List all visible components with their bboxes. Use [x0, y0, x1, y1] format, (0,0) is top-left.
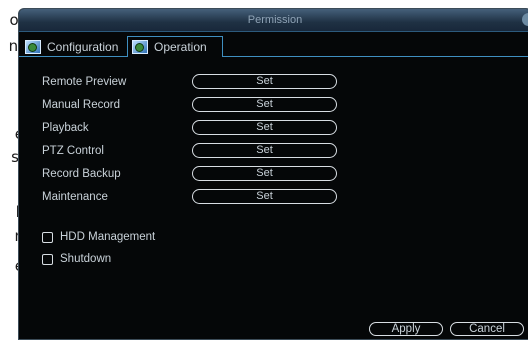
hdd-management-option[interactable]: HDD Management	[42, 229, 155, 245]
configuration-icon	[25, 39, 41, 54]
close-icon[interactable]	[522, 13, 528, 26]
tab-operation[interactable]: Operation	[127, 36, 223, 57]
cancel-button[interactable]: Cancel	[450, 322, 524, 336]
apply-button[interactable]: Apply	[369, 322, 443, 336]
permission-row-remote-preview: Remote Preview Set	[42, 74, 342, 90]
tab-label: Operation	[154, 40, 207, 54]
permission-label: Manual Record	[42, 99, 120, 111]
permission-label: Maintenance	[42, 191, 108, 203]
operation-panel: Remote Preview Set Manual Record Set Pla…	[19, 56, 528, 339]
permission-row-record-backup: Record Backup Set	[42, 166, 342, 182]
permission-dialog: Permission Configuration Operation Remot…	[18, 8, 528, 340]
shutdown-checkbox[interactable]	[42, 253, 53, 265]
playback-set-button[interactable]: Set	[192, 120, 337, 135]
operation-icon	[132, 40, 148, 54]
hdd-management-checkbox[interactable]	[42, 231, 53, 243]
permission-label: PTZ Control	[42, 145, 104, 157]
permission-label: Remote Preview	[42, 76, 127, 88]
permission-label: Record Backup	[42, 168, 121, 180]
checkbox-label: HDD Management	[60, 231, 156, 243]
permission-row-maintenance: Maintenance Set	[42, 189, 342, 205]
dialog-titlebar[interactable]: Permission	[19, 9, 528, 32]
manual-record-set-button[interactable]: Set	[192, 97, 337, 112]
permission-row-manual-record: Manual Record Set	[42, 97, 342, 113]
ptz-control-set-button[interactable]: Set	[192, 143, 337, 158]
permission-row-ptz-control: PTZ Control Set	[42, 143, 342, 159]
permission-row-playback: Playback Set	[42, 120, 342, 136]
dialog-title: Permission	[247, 14, 303, 26]
permission-label: Playback	[42, 122, 89, 134]
maintenance-set-button[interactable]: Set	[192, 189, 337, 204]
shutdown-option[interactable]: Shutdown	[42, 251, 111, 267]
tab-label: Configuration	[47, 39, 119, 54]
tab-bar: Configuration Operation	[19, 32, 528, 57]
record-backup-set-button[interactable]: Set	[192, 166, 337, 181]
checkbox-label: Shutdown	[60, 253, 112, 265]
tab-configuration[interactable]: Configuration	[21, 36, 127, 57]
remote-preview-set-button[interactable]: Set	[192, 74, 337, 89]
